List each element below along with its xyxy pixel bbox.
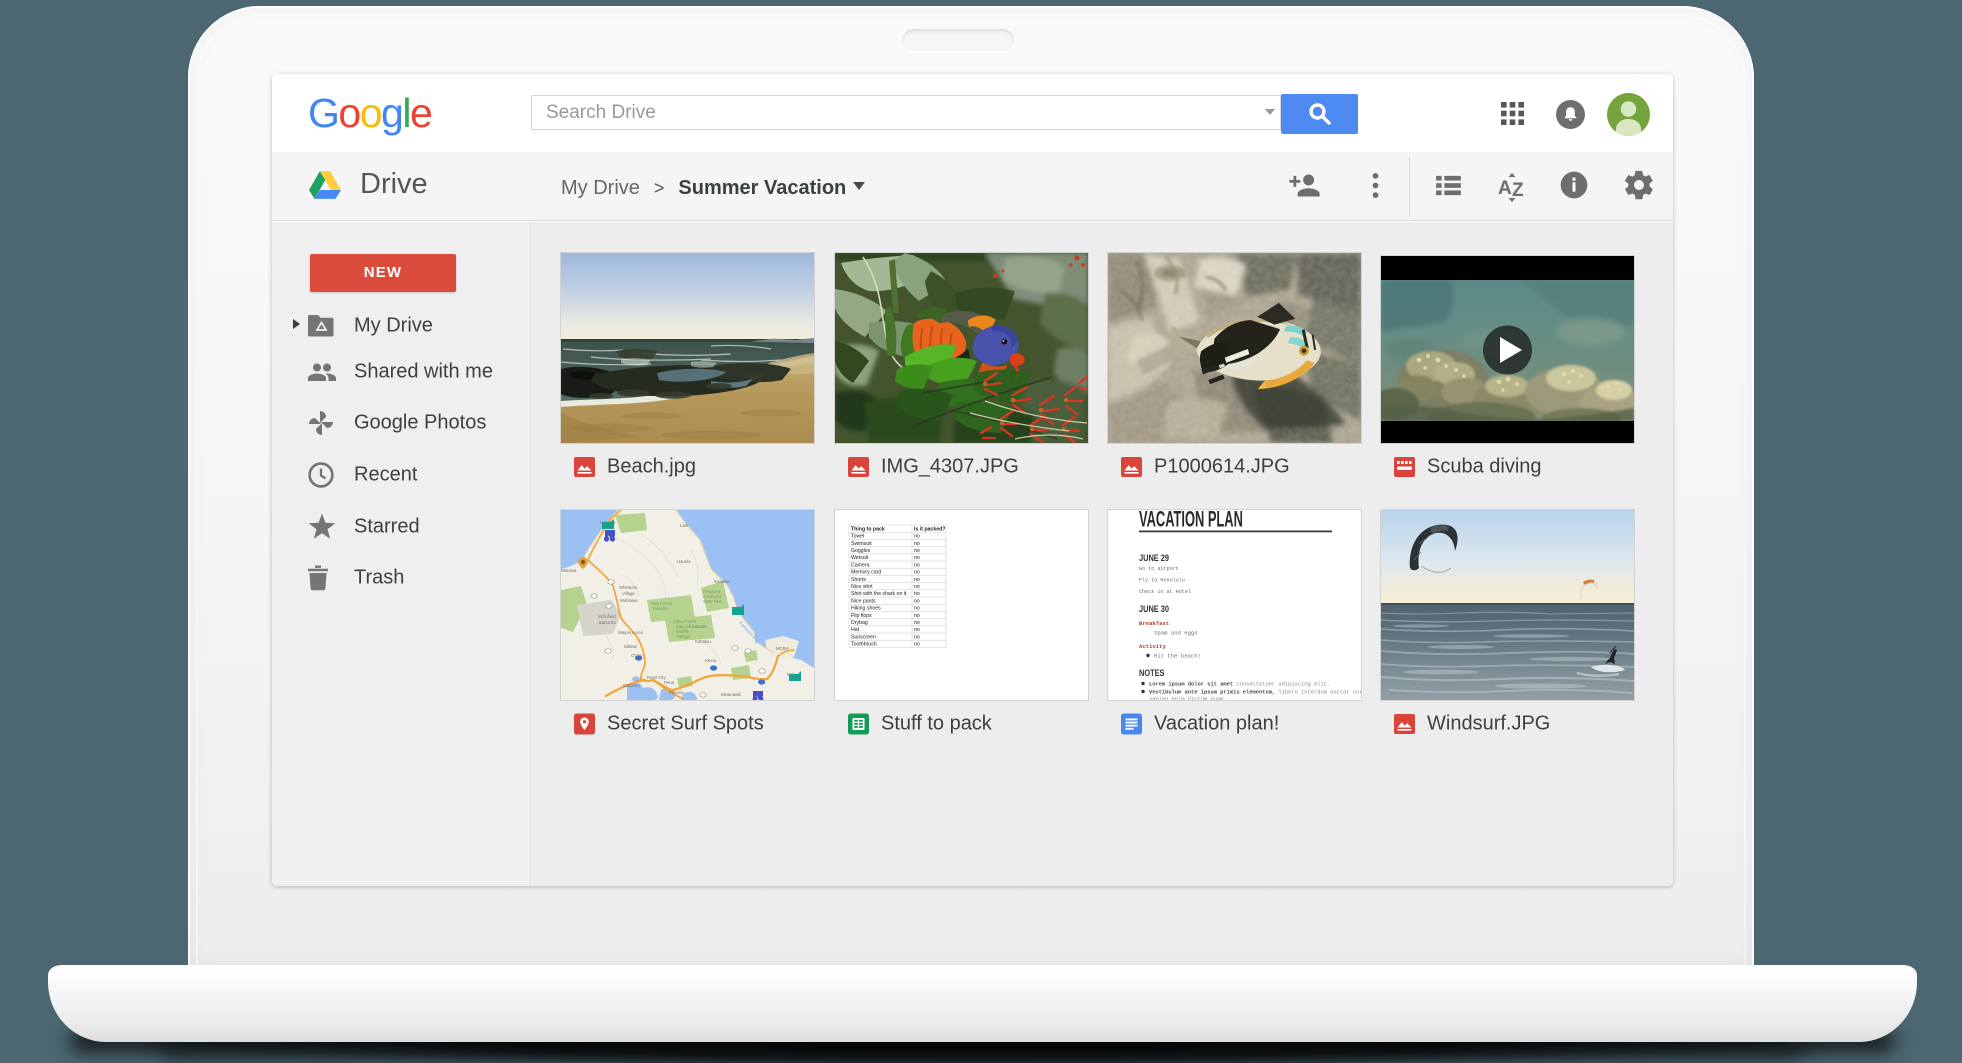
svg-text:Nice shirt: Nice shirt xyxy=(851,584,873,590)
svg-text:Camera: Camera xyxy=(851,562,870,568)
svg-text:Spam and eggs: Spam and eggs xyxy=(1154,630,1198,637)
svg-text:no: no xyxy=(914,627,920,633)
svg-text:no: no xyxy=(914,634,920,640)
svg-text:no: no xyxy=(914,606,920,612)
svg-text:Reserve: Reserve xyxy=(653,606,669,611)
svg-text:Heeia: Heeia xyxy=(705,658,717,663)
svg-text:Waipio Acres: Waipio Acres xyxy=(618,630,643,635)
svg-text:Kahaluu: Kahaluu xyxy=(695,639,711,644)
svg-text:Toothbrush: Toothbrush xyxy=(851,642,877,648)
svg-text:Waipahu: Waipahu xyxy=(623,683,640,688)
svg-text:no: no xyxy=(914,562,920,568)
svg-text:Whitmore: Whitmore xyxy=(619,585,638,590)
svg-text:VACATION PLAN: VACATION PLAN xyxy=(1139,510,1243,531)
svg-text:no: no xyxy=(914,613,920,619)
svg-text:Shirt with the shark on it: Shirt with the shark on it xyxy=(851,591,907,597)
svg-text:MCBH: MCBH xyxy=(776,646,789,651)
svg-text:Z: Z xyxy=(1512,180,1524,201)
svg-text:Lorem ipsum dolor sit amet con: Lorem ipsum dolor sit amet consectetuer … xyxy=(1149,682,1330,688)
svg-text:Breakfast: Breakfast xyxy=(1139,620,1169,627)
svg-text:Flip flops: Flip flops xyxy=(851,613,872,619)
svg-text:Vestibulum ante ipsum primis e: Vestibulum ante ipsum primis elementum, … xyxy=(1149,690,1361,696)
svg-text:Nice pants: Nice pants xyxy=(851,598,876,604)
svg-text:Goggles: Goggles xyxy=(851,548,871,554)
svg-text:no: no xyxy=(914,620,920,626)
svg-text:Laie: Laie xyxy=(680,523,689,528)
svg-text:Hiking shoes: Hiking shoes xyxy=(851,606,881,612)
svg-text:Village: Village xyxy=(622,591,635,596)
svg-text:Is it packed?: Is it packed? xyxy=(914,526,945,532)
svg-text:JUNE 29: JUNE 29 xyxy=(1139,552,1169,563)
svg-text:Towel: Towel xyxy=(851,534,864,540)
svg-text:no: no xyxy=(914,591,920,597)
svg-text:no: no xyxy=(914,577,920,583)
svg-text:O'ahu: O'ahu xyxy=(631,653,643,658)
svg-text:Schofield: Schofield xyxy=(598,614,616,619)
svg-text:no: no xyxy=(914,534,920,540)
svg-text:Fly to Honolulu: Fly to Honolulu xyxy=(1139,578,1185,584)
svg-text:Hat: Hat xyxy=(851,627,860,633)
svg-text:Go to airport: Go to airport xyxy=(1139,566,1179,572)
svg-text:no: no xyxy=(914,541,920,547)
svg-text:Kaaawa: Kaaawa xyxy=(714,579,730,584)
svg-text:NOTES: NOTES xyxy=(1139,667,1165,678)
svg-text:Refuge: Refuge xyxy=(677,634,691,639)
svg-text:Swimsuit: Swimsuit xyxy=(851,541,872,547)
svg-text:Sunscreen: Sunscreen xyxy=(851,634,876,640)
svg-text:no: no xyxy=(914,642,920,648)
svg-text:Activity: Activity xyxy=(1139,643,1166,650)
svg-text:no: no xyxy=(914,548,920,554)
svg-text:Palama: Palama xyxy=(669,690,684,695)
svg-text:Shorts: Shorts xyxy=(851,577,866,583)
svg-text:Wahiawa: Wahiawa xyxy=(620,598,638,603)
svg-text:Minanawili: Minanawili xyxy=(721,692,741,697)
svg-text:Kokane: Kokane xyxy=(692,624,707,629)
svg-text:Drybag: Drybag xyxy=(851,620,868,626)
svg-text:Mililani: Mililani xyxy=(624,644,637,649)
svg-text:Barracks: Barracks xyxy=(599,620,616,625)
svg-text:State Park: State Park xyxy=(703,599,723,604)
svg-text:A: A xyxy=(1498,178,1512,199)
svg-text:JUNE 30: JUNE 30 xyxy=(1139,603,1169,614)
svg-text:sapien enim dictum quam.: sapien enim dictum quam. xyxy=(1149,697,1227,701)
svg-text:no: no xyxy=(914,570,920,576)
svg-text:Thing to pack: Thing to pack xyxy=(851,526,885,532)
svg-text:Hauula: Hauula xyxy=(677,559,691,564)
svg-text:no: no xyxy=(914,598,920,604)
svg-text:Memory card: Memory card xyxy=(851,570,881,576)
svg-text:Hit the beach!: Hit the beach! xyxy=(1154,653,1201,660)
svg-text:Check in at Hotel: Check in at Hotel xyxy=(1139,589,1191,595)
svg-text:no: no xyxy=(914,555,920,561)
svg-text:Waialua: Waialua xyxy=(561,568,577,573)
svg-text:no: no xyxy=(914,584,920,590)
svg-text:Pena: Pena xyxy=(664,680,675,685)
svg-text:Wetsuit: Wetsuit xyxy=(851,555,869,561)
